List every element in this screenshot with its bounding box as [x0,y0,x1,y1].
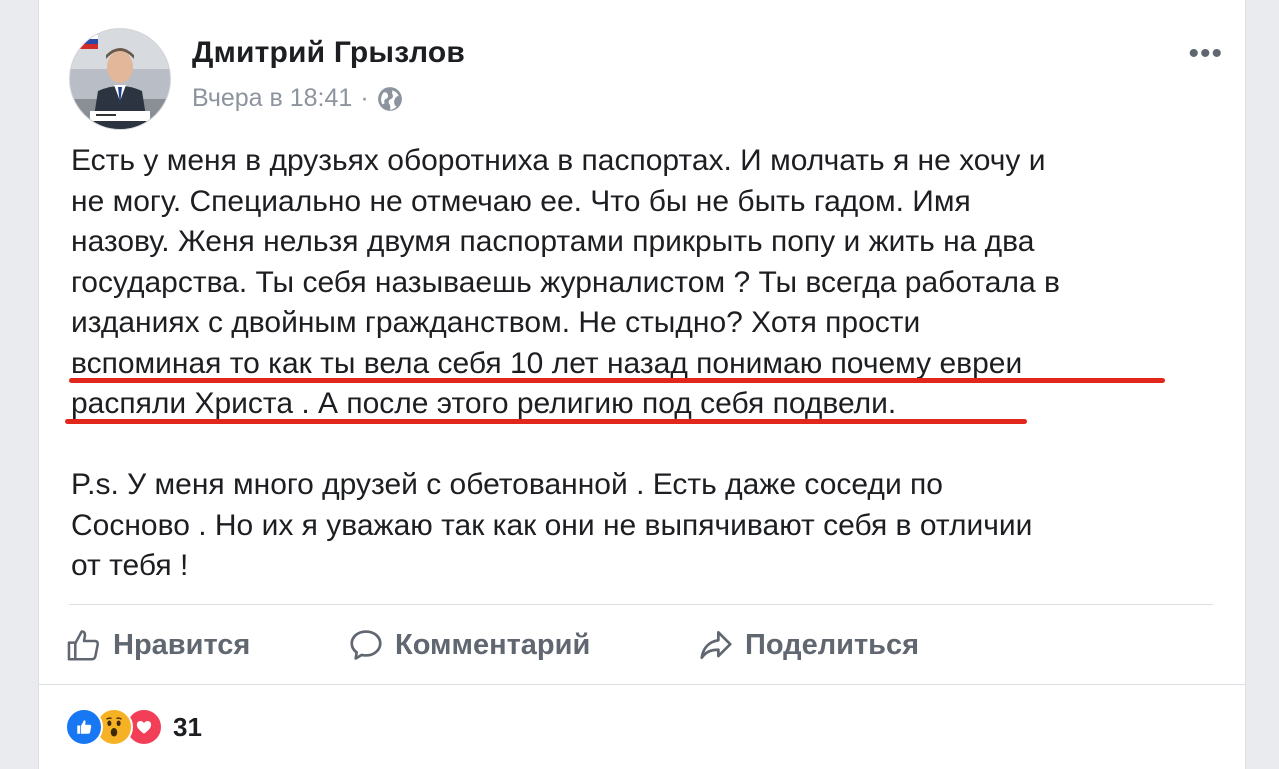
actions-divider-bottom [39,684,1245,685]
thumbs-up-icon [67,630,99,661]
post-meta: Вчера в 18:41 · [192,84,403,113]
post-line: государства. Ты себя называешь журналист… [71,265,1060,299]
post-card: Дмитрий Грызлов Вчера в 18:41 · ••• Есть… [38,0,1246,769]
post-body: Есть у меня в друзьях оборотниха в паспо… [71,141,1221,587]
like-label: Нравится [113,628,251,661]
like-button[interactable]: Нравится [65,626,347,664]
meta-separator: · [360,84,369,112]
comment-icon [350,630,382,660]
ps-line: P.s. У меня много друзей с обетованной .… [71,468,943,501]
author-name[interactable]: Дмитрий Грызлов [192,36,465,70]
ps-line: Сосново . Но их я уважаю так как они не … [71,508,1033,542]
like-reaction-icon [65,708,103,746]
reaction-count[interactable]: 31 [173,712,202,743]
post-timestamp[interactable]: Вчера в 18:41 [192,84,352,113]
comment-label: Комментарий [395,628,591,661]
ps-line: от тебя ! [71,549,189,582]
post-line: назову. Женя нельзя двумя паспортами при… [71,225,1035,258]
red-underline [69,378,1165,383]
post-line: не могу. Специально не отмечаю ее. Что б… [71,184,971,218]
avatar[interactable] [69,28,171,130]
avatar-photo [70,29,170,129]
post-line: Есть у меня в друзьях оборотниха в паспо… [71,144,1046,177]
more-options-button[interactable]: ••• [1188,39,1223,69]
reactions-summary[interactable]: 31 [65,708,202,746]
post-line: изданиях с двойным гражданством. Не стыд… [71,306,921,339]
share-button[interactable]: Поделиться [697,626,919,664]
actions-divider-top [69,604,1213,605]
red-underline [65,419,1027,424]
share-icon [700,630,732,660]
post-actions: Нравится Комментарий Поделиться [65,620,919,670]
globe-icon[interactable] [377,86,403,112]
comment-button[interactable]: Комментарий [347,626,697,664]
share-label: Поделиться [745,628,920,661]
